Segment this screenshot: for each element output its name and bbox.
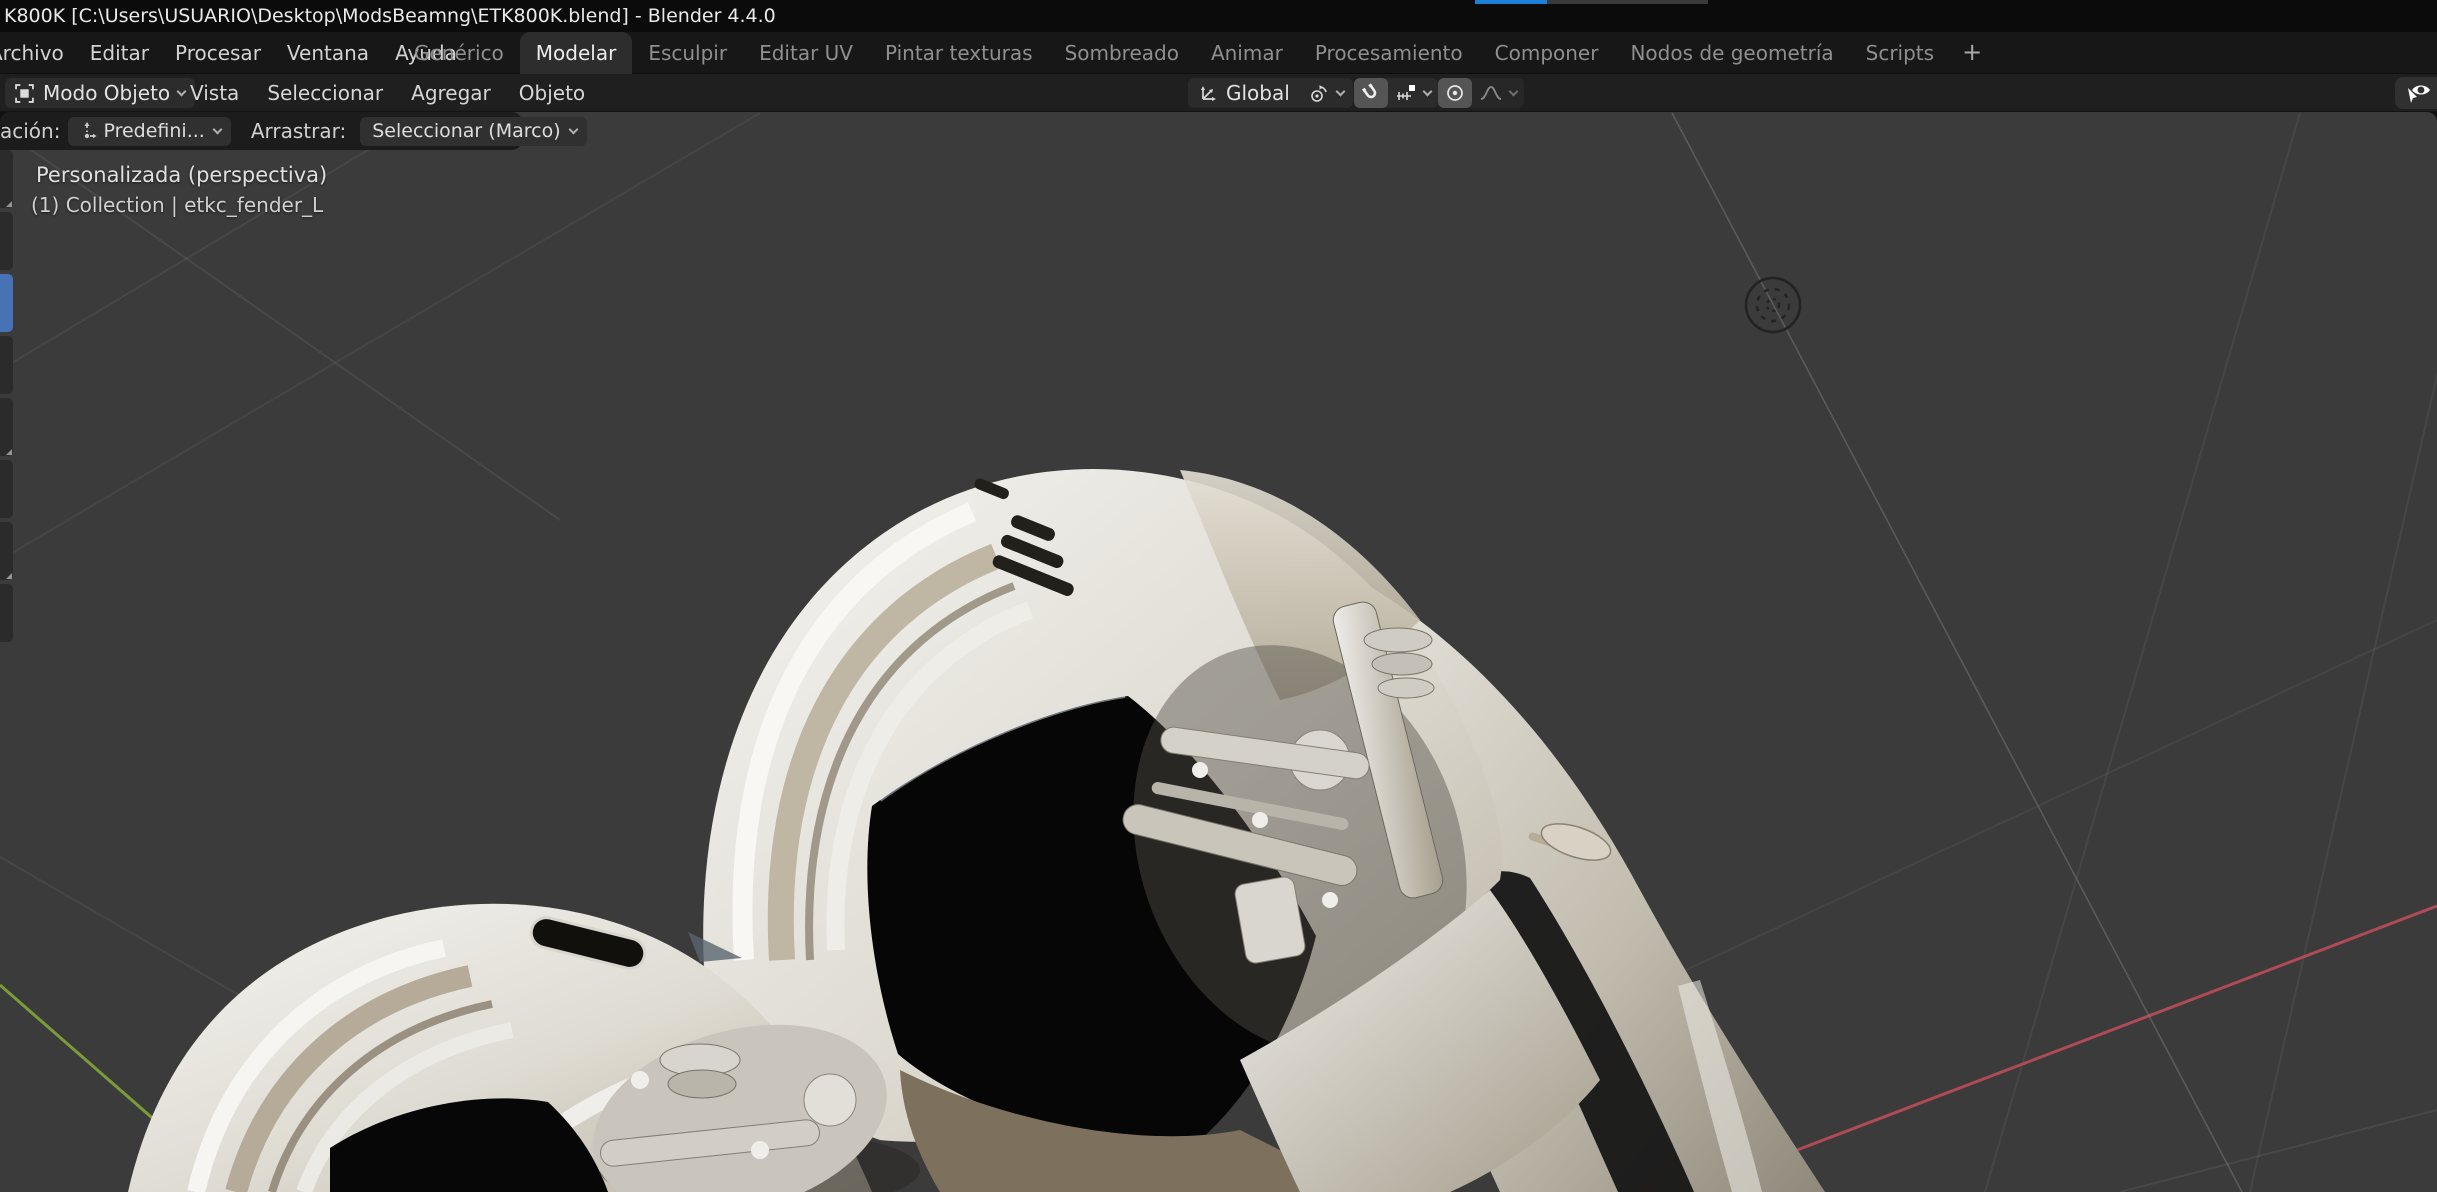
tab-nodos-geometria[interactable]: Nodos de geometría (1614, 32, 1849, 74)
drag-mode-dropdown[interactable]: Seleccionar (Marco) (360, 117, 586, 146)
drag-setting-label: Arrastrar: (251, 119, 346, 143)
menu-ventana[interactable]: Ventana (274, 32, 382, 74)
menu-objeto[interactable]: Objeto (505, 74, 599, 112)
menu-seleccionar[interactable]: Seleccionar (253, 74, 397, 112)
transform-preset-icon (78, 121, 97, 142)
chevron-down-icon (1336, 87, 1346, 97)
subtool-triangle-icon (6, 201, 12, 207)
tool-button[interactable] (0, 150, 13, 208)
snap-target-dropdown[interactable] (1388, 78, 1438, 108)
orientation-preset-dropdown[interactable]: Predefini... (68, 117, 230, 146)
chevron-down-icon (212, 125, 222, 135)
tool-button[interactable] (0, 460, 13, 518)
mode-selector[interactable]: Modo Objeto (5, 78, 195, 108)
subtool-triangle-icon (6, 449, 12, 455)
tab-pintar-texturas[interactable]: Pintar texturas (869, 32, 1049, 74)
falloff-curve-icon (1479, 83, 1503, 103)
tab-scripts[interactable]: Scripts (1850, 32, 1950, 74)
axes-icon (1198, 83, 1218, 103)
menu-editar[interactable]: Editar (77, 32, 162, 74)
snap-increments-icon (1395, 83, 1417, 103)
chevron-down-icon (1509, 87, 1519, 97)
active-object-overlay: (1) Collection | etkc_fender_L (31, 193, 323, 217)
workspace-tabs: Genérico Modelar Esculpir Editar UV Pint… (398, 32, 1994, 74)
mode-label: Modo Objeto (43, 81, 170, 105)
snap-toggle[interactable] (1354, 78, 1388, 108)
pivot-point-icon (1309, 83, 1330, 104)
window-title: K800K [C:\Users\USUARIO\Desktop\ModsBeam… (4, 0, 776, 32)
toolbox (0, 150, 14, 646)
light-object-line (1672, 113, 2242, 1192)
tab-editar-uv[interactable]: Editar UV (743, 32, 869, 74)
chevron-down-icon (1423, 87, 1433, 97)
menu-vista[interactable]: Vista (176, 74, 253, 112)
orientation-setting-label: ación: (0, 119, 60, 143)
tab-procesamiento[interactable]: Procesamiento (1299, 32, 1479, 74)
menu-archivo[interactable]: Archivo (0, 32, 77, 74)
cursor-eye-icon (2404, 80, 2434, 106)
topbar: Archivo Editar Procesar Ventana Ayuda Ge… (0, 32, 2437, 74)
object-visibility-dropdown[interactable] (2395, 77, 2437, 109)
tool-settings-panel: ación: Predefini... Arrastrar: Seleccion… (0, 112, 522, 150)
view-name-overlay: Personalizada (perspectiva) (36, 163, 327, 187)
pivot-point-dropdown[interactable] (1300, 78, 1353, 108)
drag-mode-value: Seleccionar (Marco) (372, 120, 560, 142)
tool-button[interactable] (0, 398, 13, 456)
viewport-menus: Vista Seleccionar Agregar Objeto (176, 74, 599, 112)
tool-button-active[interactable] (0, 274, 13, 332)
tab-animar[interactable]: Animar (1195, 32, 1299, 74)
proportional-editing-controls (1438, 78, 1524, 108)
tab-generico[interactable]: Genérico (398, 32, 520, 74)
menu-procesar[interactable]: Procesar (162, 32, 274, 74)
tab-modelar[interactable]: Modelar (520, 32, 633, 74)
tool-button[interactable] (0, 212, 13, 270)
tab-esculpir[interactable]: Esculpir (632, 32, 743, 74)
tab-componer[interactable]: Componer (1479, 32, 1615, 74)
proportional-circle-icon (1445, 83, 1465, 103)
tab-sombreado[interactable]: Sombreado (1049, 32, 1195, 74)
titlebar-blue-strip (1475, 0, 1547, 4)
object-mode-icon (15, 84, 34, 103)
snap-controls (1354, 78, 1438, 108)
falloff-dropdown[interactable] (1472, 78, 1524, 108)
tool-button[interactable] (0, 522, 13, 580)
3d-viewport[interactable]: ación: Predefini... Arrastrar: Seleccion… (0, 112, 2437, 1192)
viewport-header: Modo Objeto Vista Seleccionar Agregar Ob… (0, 74, 2437, 112)
tool-button[interactable] (0, 584, 13, 642)
chevron-down-icon (568, 125, 578, 135)
viewport-3d-scene (0, 112, 2437, 1192)
axis-x-red (1687, 906, 2437, 1192)
titlebar-gray-strip (1547, 0, 1708, 4)
preset-value: Predefini... (103, 120, 204, 142)
proportional-editing-toggle[interactable] (1438, 78, 1472, 108)
tool-button[interactable] (0, 336, 13, 394)
add-workspace-button[interactable]: + (1950, 32, 1994, 74)
subtool-triangle-icon (6, 573, 12, 579)
menu-agregar[interactable]: Agregar (397, 74, 505, 112)
blender-window: K800K [C:\Users\USUARIO\Desktop\ModsBeam… (0, 0, 2437, 1192)
magnet-icon (1361, 83, 1381, 103)
title-bar: K800K [C:\Users\USUARIO\Desktop\ModsBeam… (0, 0, 2437, 32)
orientation-label: Global (1226, 81, 1290, 105)
